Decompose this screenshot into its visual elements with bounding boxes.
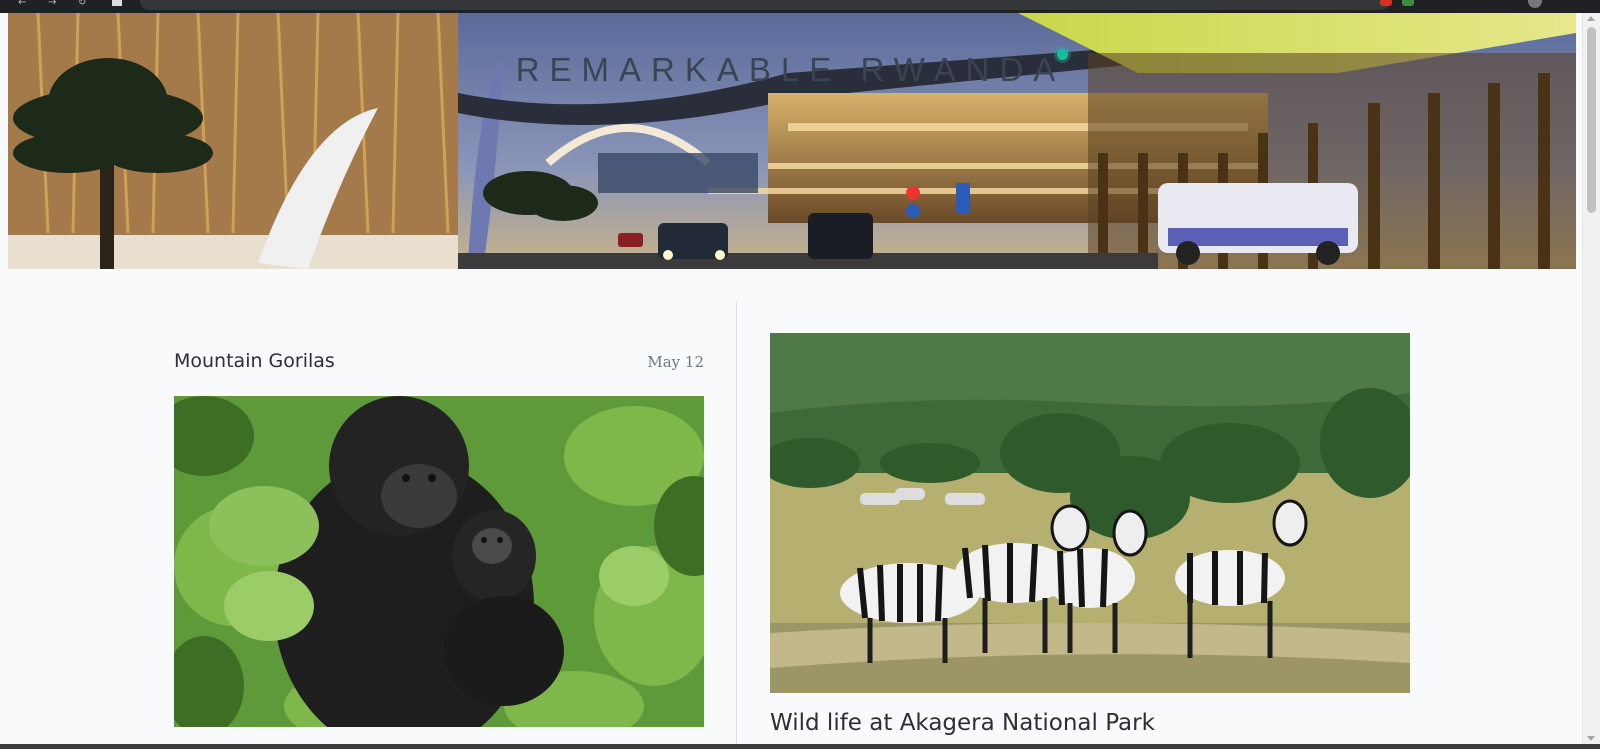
- post-header: Mountain Gorilas May 12: [174, 350, 704, 372]
- home-icon[interactable]: [112, 0, 122, 6]
- scroll-down-icon[interactable]: [1587, 736, 1595, 741]
- extension-icon[interactable]: [1380, 0, 1392, 6]
- location-pin-icon: [1057, 49, 1069, 60]
- hero-banner: REMARKABLE RWANDA: [8, 13, 1576, 269]
- browser-toolbar: ← → ↻: [0, 0, 1600, 13]
- scroll-up-icon[interactable]: [1587, 16, 1595, 21]
- post-date: May 12: [647, 353, 704, 371]
- page-scrollbar[interactable]: [1582, 13, 1600, 744]
- zebra-image: [770, 333, 1410, 693]
- address-bar[interactable]: [140, 0, 1390, 10]
- forward-icon[interactable]: →: [48, 0, 56, 8]
- extension-icon[interactable]: [1402, 0, 1414, 6]
- post-title[interactable]: Mountain Gorilas: [174, 350, 335, 372]
- post-title[interactable]: Wild life at Akagera National Park: [770, 710, 1155, 736]
- window-bottom-edge: [0, 744, 1600, 749]
- post-image-gorillas[interactable]: [174, 396, 704, 727]
- post-card-gorillas: Mountain Gorilas May 12: [174, 350, 704, 372]
- scroll-thumb[interactable]: [1587, 27, 1596, 213]
- reload-icon[interactable]: ↻: [78, 0, 86, 8]
- column-divider: [736, 301, 737, 749]
- site-title[interactable]: REMARKABLE RWANDA: [8, 49, 1576, 89]
- profile-avatar-icon[interactable]: [1528, 0, 1542, 8]
- site-title-text[interactable]: REMARKABLE RWANDA: [516, 51, 1066, 88]
- back-icon[interactable]: ←: [18, 0, 26, 8]
- post-image-akagera[interactable]: [770, 333, 1410, 693]
- gorilla-image: [174, 396, 704, 727]
